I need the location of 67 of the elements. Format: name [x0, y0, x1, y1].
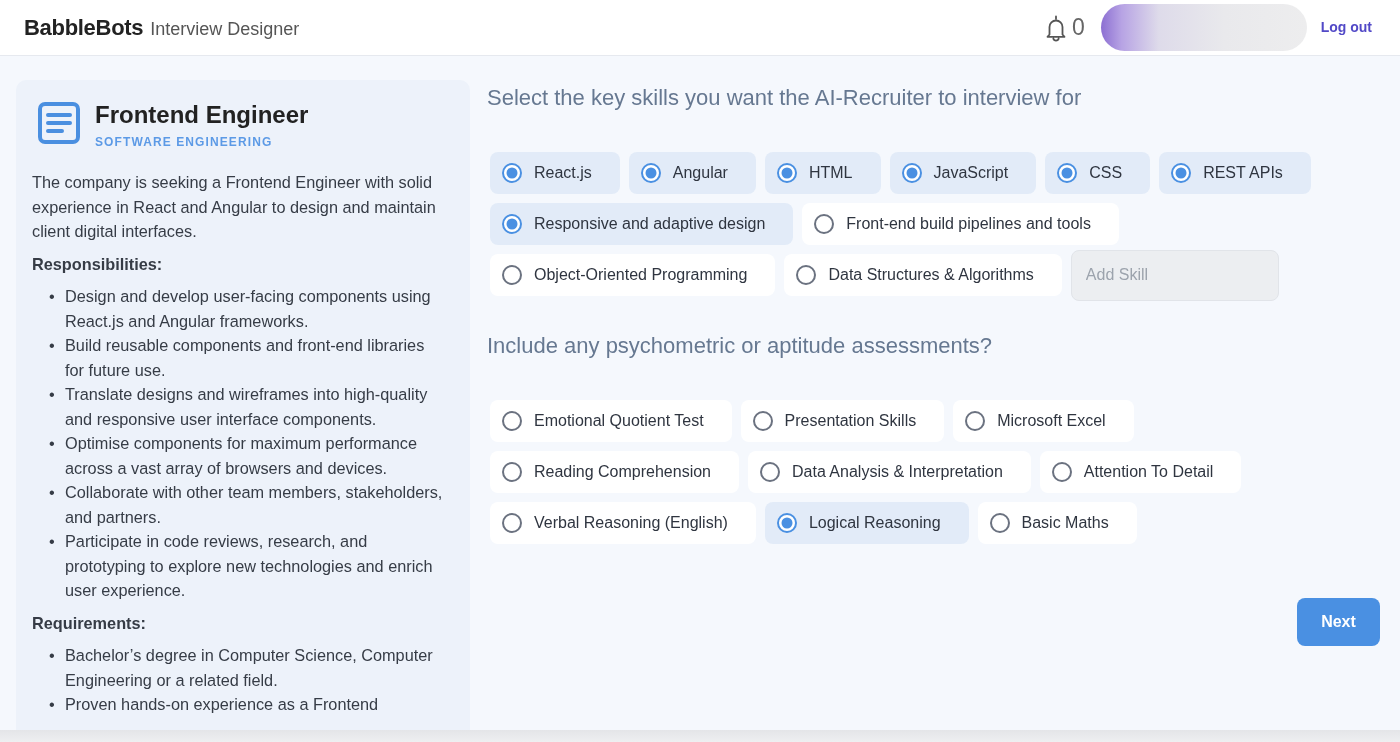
section-heading: Select the key skills you want the AI-Recruiter to interview for: [487, 85, 1083, 112]
list-item: Build reusable components and front-end libraries for future use.: [65, 335, 426, 381]
radio-empty-icon: [989, 512, 1010, 533]
add-skill-field[interactable]: Add Skill: [1070, 249, 1279, 301]
notification-count: 0: [1071, 16, 1085, 39]
section-label: Requirements:: [32, 612, 147, 634]
option-chip[interactable]: Microsoft Excel: [953, 399, 1134, 442]
radio-empty-icon: [502, 461, 522, 482]
radio-empty-icon: [502, 410, 522, 431]
radio-selected-icon: [1057, 163, 1078, 184]
radio-empty-icon: [965, 410, 986, 431]
radio-selected-icon: [1171, 163, 1192, 184]
list-item: Translate designs and wireframes into high-quality and responsive user interface components.: [65, 384, 429, 430]
list-bullet: •: [49, 531, 56, 553]
section-label: Responsibilities:: [32, 253, 164, 275]
list-bullet: •: [49, 433, 56, 455]
option-chip[interactable]: Basic Maths: [977, 501, 1137, 544]
list-bullet: •: [49, 645, 56, 667]
list-item: Collaborate with other team members, stakeholders, and partners.: [65, 482, 444, 528]
option-chip[interactable]: JavaScript: [889, 152, 1037, 195]
radio-empty-icon: [502, 265, 522, 286]
option-chip[interactable]: Emotional Quotient Test: [490, 399, 732, 442]
option-chip[interactable]: Data Structures & Algorithms: [784, 254, 1062, 297]
option-chip[interactable]: Logical Reasoning: [764, 501, 969, 544]
option-chip[interactable]: Angular: [628, 152, 756, 195]
radio-selected-icon: [640, 163, 661, 184]
option-chip[interactable]: React.js: [490, 152, 620, 195]
list-bullet: •: [49, 384, 56, 406]
app-subtitle: Interview Designer: [150, 18, 300, 41]
list-item: Optimise components for maximum performance across a vast array of browsers and devices.: [65, 433, 418, 479]
list-bullet: •: [49, 335, 56, 357]
job-title: Frontend Engineer: [95, 102, 309, 129]
radio-empty-icon: [502, 512, 522, 533]
list-item: Proven hands-on experience as a Frontend: [65, 694, 379, 716]
option-chip[interactable]: Front-end build pipelines and tools: [802, 203, 1119, 246]
list-item: Participate in code reviews, research, and prototyping to explore new technologies and enrich user experience.: [65, 531, 434, 602]
list-bullet: •: [49, 694, 56, 716]
radio-empty-icon: [752, 410, 773, 431]
option-chip[interactable]: CSS: [1045, 152, 1151, 195]
option-chip[interactable]: HTML: [764, 152, 881, 195]
radio-empty-icon: [760, 461, 780, 482]
option-chip[interactable]: Data Analysis & Interpretation: [748, 450, 1031, 493]
option-chip[interactable]: Verbal Reasoning (English): [490, 501, 756, 544]
list-item: Design and develop user-facing components using React.js and Angular frameworks.: [65, 286, 432, 332]
radio-selected-icon: [502, 214, 522, 235]
option-chip[interactable]: Responsive and adaptive design: [490, 203, 794, 246]
radio-empty-icon: [814, 214, 835, 235]
radio-selected-icon: [901, 163, 922, 184]
radio-empty-icon: [796, 265, 817, 286]
logout-link[interactable]: Log out: [1320, 17, 1372, 38]
option-chip[interactable]: REST APIs: [1159, 152, 1311, 195]
brand-name: BabbleBots: [24, 14, 144, 42]
option-chip[interactable]: Reading Comprehension: [490, 450, 739, 493]
section-heading: Include any psychometric or aptitude assessments?: [487, 333, 994, 360]
radio-empty-icon: [1051, 461, 1072, 482]
option-chip[interactable]: Object-Oriented Programming: [490, 254, 776, 297]
list-bullet: •: [49, 286, 56, 308]
list-bullet: •: [49, 482, 56, 504]
option-chip[interactable]: Attention To Detail: [1039, 450, 1242, 493]
option-chip[interactable]: Presentation Skills: [740, 399, 945, 442]
job-summary: The company is seeking a Frontend Engineer with solid experience in React and Angular to design and maintain client digital interfaces.: [32, 172, 437, 243]
radio-selected-icon: [776, 163, 797, 184]
radio-selected-icon: [776, 512, 797, 533]
list-item: Bachelor’s degree in Computer Science, Computer Engineering or a related field.: [65, 645, 434, 691]
job-department: SOFTWARE ENGINEERING: [95, 134, 274, 152]
radio-selected-icon: [502, 163, 522, 184]
document-icon: [38, 102, 80, 144]
